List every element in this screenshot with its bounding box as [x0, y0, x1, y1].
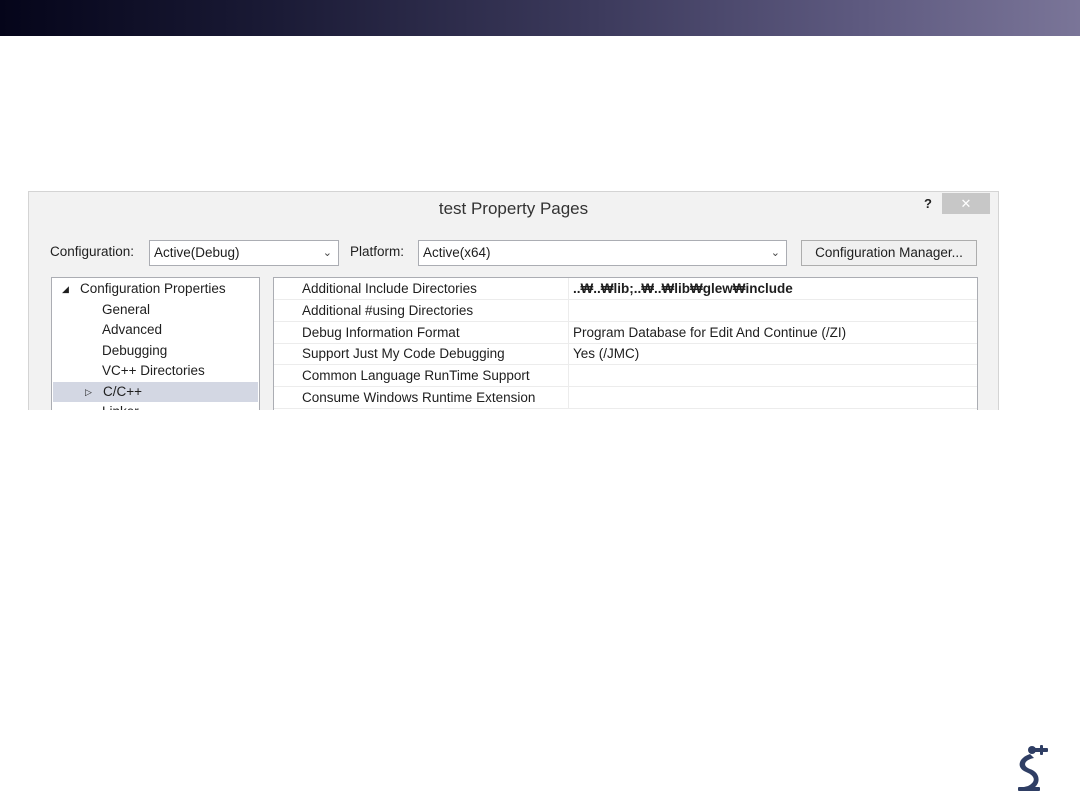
property-row[interactable]: Consume Windows Runtime Extension [274, 387, 977, 409]
dialog-title: test Property Pages [438, 199, 589, 218]
property-value[interactable] [568, 387, 977, 408]
configuration-value: Active(Debug) [154, 245, 240, 260]
tree-item[interactable]: ◢ Configuration Properties [52, 279, 259, 299]
chevron-down-icon: ⌄ [322, 247, 332, 259]
property-value[interactable] [568, 299, 977, 321]
expand-triangle-icon[interactable]: ▸ [84, 402, 89, 410]
platform-value: Active(x64) [423, 245, 491, 260]
property-value[interactable]: Program Database for Edit And Continue (… [568, 321, 977, 343]
property-row[interactable]: Debug Information Format Program Database… [274, 321, 977, 344]
property-grid[interactable]: Additional Include Directories ..₩..₩lib;… [273, 277, 978, 410]
tree-item[interactable]: Debugging [52, 341, 259, 361]
property-tree[interactable]: ◢ Configuration Properties General Advanced… [51, 277, 260, 410]
tree-item-label: VC++ Directories [102, 363, 205, 378]
tree-item[interactable]: Advanced [52, 320, 259, 340]
property-value[interactable] [568, 365, 977, 387]
chevron-down-icon: ⌄ [770, 247, 780, 259]
help-button[interactable]: ? [913, 194, 943, 214]
logo-shape [1018, 745, 1048, 791]
tree-item-label: Debugging [102, 342, 168, 358]
tree-item[interactable]: General [52, 300, 259, 320]
platform-label: Platform: [350, 244, 405, 259]
close-button[interactable]: ✕ [942, 193, 990, 214]
configuration-label: Configuration: [50, 244, 135, 259]
property-row[interactable]: Additional #using Directories [274, 299, 977, 322]
top-banner [0, 0, 1080, 36]
property-value[interactable]: Yes (/JMC) [568, 343, 977, 365]
tree-item-label: Configuration Properties [80, 281, 226, 296]
tree-item[interactable]: ▷ C/C++ [53, 381, 258, 402]
tree-item-label: Linker [102, 402, 139, 410]
property-row[interactable]: Support Just My Code Debugging Yes (/JMC) [274, 343, 977, 366]
property-name: Additional #using Directories [302, 302, 474, 318]
property-name: Consume Windows Runtime Extension [302, 390, 536, 405]
configuration-manager-button[interactable]: Configuration Manager... [801, 240, 977, 266]
tree-item-label: Advanced [102, 322, 163, 337]
configuration-dropdown[interactable]: Active(Debug) ⌄ [149, 240, 339, 266]
tree-item-label: C/C++ [103, 383, 143, 399]
property-row[interactable]: Common Language RunTime Support [274, 365, 977, 388]
tree-item-label: General [102, 301, 151, 317]
property-name: Common Language RunTime Support [302, 368, 530, 384]
platform-dropdown[interactable]: Active(x64) ⌄ [418, 240, 787, 266]
tree-item[interactable]: VC++ Directories [52, 361, 259, 381]
property-value[interactable]: ..₩..₩lib;..₩..₩lib₩glew₩include [568, 278, 977, 299]
property-pages-dialog: test Property Pages ? ✕ Configuration: A… [28, 191, 999, 410]
robot-arm-logo-icon [1018, 745, 1048, 791]
property-name: Support Just My Code Debugging [302, 346, 505, 362]
property-name: Additional Include Directories [302, 281, 477, 296]
tree-item[interactable]: ▸ Linker [52, 402, 259, 410]
property-name: Debug Information Format [302, 324, 460, 340]
collapse-triangle-icon[interactable]: ◢ [62, 279, 69, 299]
expand-triangle-icon[interactable]: ▷ [85, 382, 92, 402]
property-row[interactable]: Additional Include Directories ..₩..₩lib;… [274, 278, 977, 300]
